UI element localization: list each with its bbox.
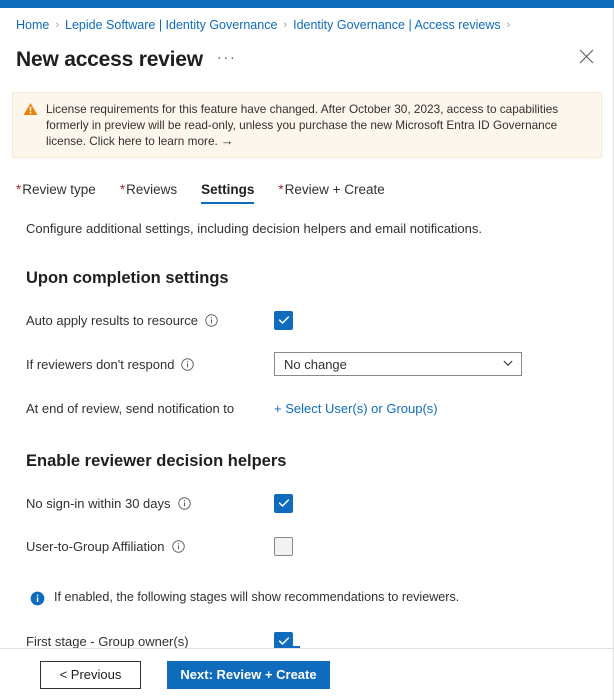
row-auto-apply-results: Auto apply results to resource (26, 309, 613, 331)
azure-portal-blade: Home › Lepide Software | Identity Govern… (0, 0, 614, 700)
breadcrumb-separator-icon: › (283, 19, 288, 31)
info-icon[interactable] (205, 313, 218, 327)
row-send-notification-to-label-wrap: At end of review, send notification to (26, 401, 274, 416)
next-review-create-button[interactable]: Next: Review + Create (167, 660, 330, 689)
tab-review-type[interactable]: *Review type (16, 182, 96, 204)
info-icon[interactable] (177, 496, 191, 510)
close-icon[interactable] (573, 43, 599, 69)
settings-form: Configure additional settings, including… (0, 221, 613, 677)
previous-button[interactable]: < Previous (40, 660, 141, 689)
stages-info-message: If enabled, the following stages will sh… (30, 590, 613, 611)
dropdown-if-reviewers-dont-respond-value: No change (284, 356, 347, 372)
tab-review-create-label: Review + Create (284, 182, 385, 197)
license-warning-message: License requirements for this feature ha… (46, 102, 559, 148)
license-warning-text: License requirements for this feature ha… (46, 101, 593, 149)
checkbox-user-to-group-affiliation[interactable] (274, 536, 293, 556)
tab-review-create[interactable]: *Review + Create (278, 182, 384, 204)
row-auto-apply-results-label: Auto apply results to resource (26, 312, 198, 328)
select-users-or-groups-link[interactable]: + Select User(s) or Group(s) (274, 401, 438, 416)
info-icon[interactable] (181, 357, 195, 371)
row-first-stage-group-owners-label-wrap: First stage - Group owner(s) (26, 634, 274, 649)
required-asterisk: * (278, 182, 284, 197)
info-icon[interactable] (171, 539, 185, 553)
row-no-signin-within-30-days-label: No sign-in within 30 days (26, 495, 171, 511)
stages-info-message-text: If enabled, the following stages will sh… (54, 590, 460, 604)
tab-reviews-label: Reviews (126, 182, 178, 197)
breadcrumb-item-home[interactable]: Home (16, 18, 49, 32)
tab-reviews[interactable]: *Reviews (120, 182, 177, 204)
info-circle-icon (30, 591, 45, 611)
wizard-footer: < Previous Next: Review + Create (0, 648, 613, 700)
breadcrumb-separator-icon: › (506, 19, 511, 31)
row-user-to-group-affiliation: User-to-Group Affiliation (26, 535, 613, 557)
row-user-to-group-affiliation-label: User-to-Group Affiliation (26, 538, 165, 554)
breadcrumb: Home › Lepide Software | Identity Govern… (0, 8, 613, 37)
settings-intro-text: Configure additional settings, including… (26, 221, 482, 236)
page-title: New access review (16, 48, 203, 71)
breadcrumb-separator-icon: › (55, 19, 60, 31)
dropdown-if-reviewers-dont-respond[interactable]: No change (274, 352, 522, 376)
row-if-reviewers-dont-respond: If reviewers don't respond No change (26, 352, 613, 376)
tab-settings[interactable]: Settings (201, 182, 255, 204)
learn-more-arrow-icon[interactable]: → (221, 133, 234, 148)
license-warning-banner: License requirements for this feature ha… (12, 92, 602, 158)
breadcrumb-item-lepide-software[interactable]: Lepide Software | Identity Governance (65, 18, 277, 32)
row-auto-apply-results-label-wrap: Auto apply results to resource (26, 313, 274, 328)
section-title-upon-completion: Upon completion settings (26, 269, 229, 287)
checkbox-no-signin-within-30-days[interactable] (274, 493, 293, 513)
required-asterisk: * (119, 182, 126, 197)
warning-triangle-icon (23, 102, 38, 121)
row-no-signin-within-30-days: No sign-in within 30 days (26, 492, 613, 514)
checkbox-auto-apply-results[interactable] (274, 310, 293, 330)
chevron-down-icon (502, 357, 514, 372)
row-if-reviewers-dont-respond-label: If reviewers don't respond (26, 356, 175, 372)
breadcrumb-item-access-reviews[interactable]: Identity Governance | Access reviews (293, 18, 501, 32)
tab-review-type-label: Review type (22, 182, 96, 197)
row-no-signin-within-30-days-label-wrap: No sign-in within 30 days (26, 496, 274, 511)
tab-settings-label: Settings (201, 182, 255, 197)
row-if-reviewers-dont-respond-label-wrap: If reviewers don't respond (26, 357, 274, 372)
row-first-stage-group-owners-label: First stage - Group owner(s) (26, 633, 189, 649)
row-send-notification-to-label: At end of review, send notification to (26, 400, 235, 416)
required-asterisk: * (16, 182, 22, 197)
blade-title-row: New access review ··· (0, 37, 613, 79)
section-title-reviewer-decision-helpers: Enable reviewer decision helpers (26, 452, 287, 470)
new-access-review-blade: Home › Lepide Software | Identity Govern… (0, 8, 614, 700)
portal-top-bar (0, 0, 614, 8)
row-user-to-group-affiliation-label-wrap: User-to-Group Affiliation (26, 539, 274, 554)
row-send-notification-to: At end of review, send notification to +… (26, 397, 613, 419)
more-options-button[interactable]: ··· (217, 50, 237, 71)
wizard-tabs: *Review type *Reviews Settings *Review +… (0, 174, 613, 204)
